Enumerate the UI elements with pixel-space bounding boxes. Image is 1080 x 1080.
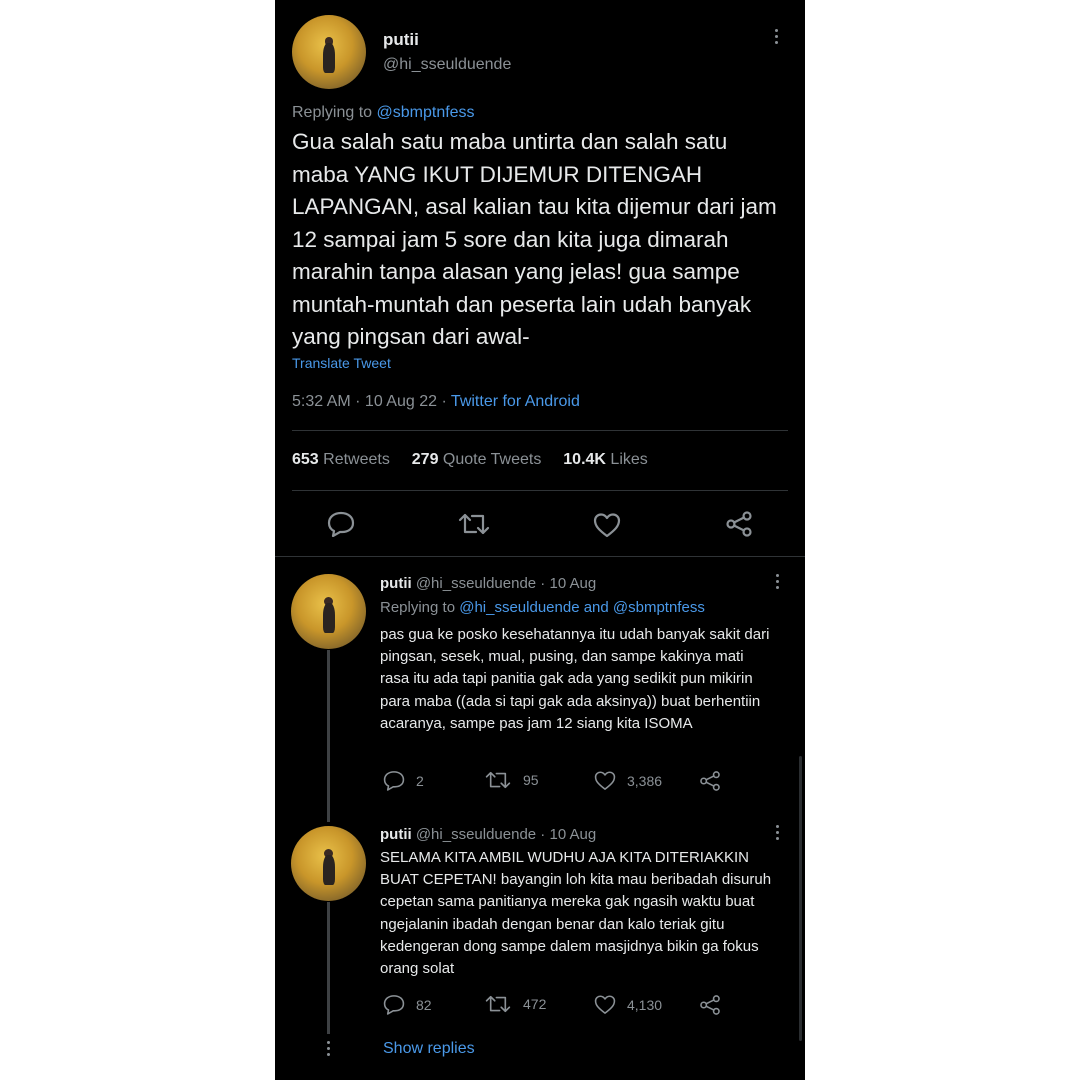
reply-action[interactable]: 82 (383, 994, 432, 1015)
tweet-stats: 653 Retweets 279 Quote Tweets 10.4K Like… (292, 451, 648, 469)
reply-icon (327, 511, 355, 537)
main-more-options-icon[interactable] (775, 29, 779, 47)
quotes-label: Quote Tweets (442, 451, 542, 468)
reply-action[interactable]: 2 (383, 770, 424, 791)
replying-to-link[interactable]: @sbmptnfess (377, 104, 475, 121)
retweet-action[interactable]: 95 (485, 770, 539, 790)
like-action[interactable]: 4,130 (594, 994, 662, 1015)
like-count: 4,130 (627, 996, 663, 1013)
main-handle[interactable]: @hi_sseulduende (383, 56, 511, 74)
likes-stat[interactable]: 10.4K Likes (563, 451, 648, 468)
share-icon (700, 771, 720, 791)
reply-more-options-icon[interactable] (776, 574, 780, 592)
replying-prefix: Replying to (380, 599, 456, 616)
tweet-thread-screen: putii @hi_sseulduende Replying to @sbmpt… (275, 0, 805, 1080)
replying-prefix: Replying to (292, 104, 373, 121)
heart-icon (594, 771, 616, 790)
show-replies-link[interactable]: Show replies (383, 1040, 475, 1058)
reply-replying-to: Replying to @hi_sseulduende and @sbmptnf… (380, 599, 705, 616)
reply-meta[interactable]: @hi_sseulduende · 10 Aug (416, 575, 596, 592)
thread-line (327, 650, 330, 822)
reply-count: 2 (416, 772, 424, 789)
reply-display-name[interactable]: putii (380, 826, 412, 843)
reply-count: 82 (416, 996, 432, 1013)
divider (292, 430, 788, 431)
reply-header: putii @hi_sseulduende · 10 Aug (380, 826, 596, 843)
quotes-count: 279 (411, 451, 439, 468)
divider (275, 556, 805, 557)
reply-display-name[interactable]: putii (380, 575, 412, 592)
tweet-timestamp: 5:32 AM · 10 Aug 22 · Twitter for Androi… (292, 393, 580, 411)
reply-more-options-icon[interactable] (776, 825, 780, 843)
retweet-action[interactable]: 472 (485, 994, 546, 1014)
share-icon (700, 995, 720, 1015)
share-action[interactable] (699, 770, 721, 792)
divider (292, 490, 788, 491)
retweets-count: 653 (292, 451, 319, 468)
thread-continue-dots (327, 1041, 331, 1059)
share-action[interactable] (699, 994, 721, 1016)
main-tweet-text: Gua salah satu maba untirta dan salah sa… (292, 129, 777, 349)
reply-button[interactable] (327, 511, 355, 537)
reply-avatar[interactable] (291, 826, 366, 901)
reply-text: pas gua ke posko kesehatannya itu udah b… (380, 626, 770, 732)
scrollbar[interactable] (799, 756, 802, 1041)
replying-to-link[interactable]: @hi_sseulduende and @sbmptnfess (459, 599, 705, 616)
retweet-button[interactable] (458, 512, 490, 536)
source-link[interactable]: Twitter for Android (451, 393, 580, 410)
time-date: 5:32 AM · 10 Aug 22 · (292, 393, 451, 410)
reply-meta[interactable]: @hi_sseulduende · 10 Aug (416, 826, 596, 843)
reply-avatar[interactable] (291, 574, 366, 649)
heart-icon (594, 995, 616, 1014)
retweet-icon (458, 513, 490, 535)
retweet-icon (485, 995, 511, 1013)
reply-icon (383, 771, 405, 791)
main-avatar[interactable] (292, 15, 366, 89)
quotes-stat[interactable]: 279 Quote Tweets (412, 451, 542, 468)
likes-label: Likes (610, 451, 648, 468)
retweets-stat[interactable]: 653 Retweets (292, 451, 390, 468)
like-action[interactable]: 3,386 (594, 770, 662, 791)
retweet-icon (485, 771, 511, 789)
share-icon (726, 511, 752, 537)
like-count: 3,386 (627, 772, 663, 789)
reply-text: SELAMA KITA AMBIL WUDHU AJA KITA DITERIA… (380, 849, 772, 978)
reply-header: putii @hi_sseulduende · 10 Aug (380, 575, 596, 592)
heart-icon (593, 513, 621, 538)
likes-count: 10.4K (563, 451, 606, 468)
reply-icon (383, 995, 405, 1015)
share-button[interactable] (725, 510, 753, 538)
thread-line (327, 902, 330, 1034)
like-button[interactable] (593, 512, 621, 538)
main-display-name[interactable]: putii (383, 30, 419, 50)
translate-tweet-link[interactable]: Translate Tweet (292, 355, 391, 371)
retweet-count: 95 (523, 772, 539, 788)
retweet-count: 472 (523, 996, 547, 1012)
main-replying-to: Replying to @sbmptnfess (292, 104, 475, 122)
retweets-label: Retweets (323, 451, 390, 468)
